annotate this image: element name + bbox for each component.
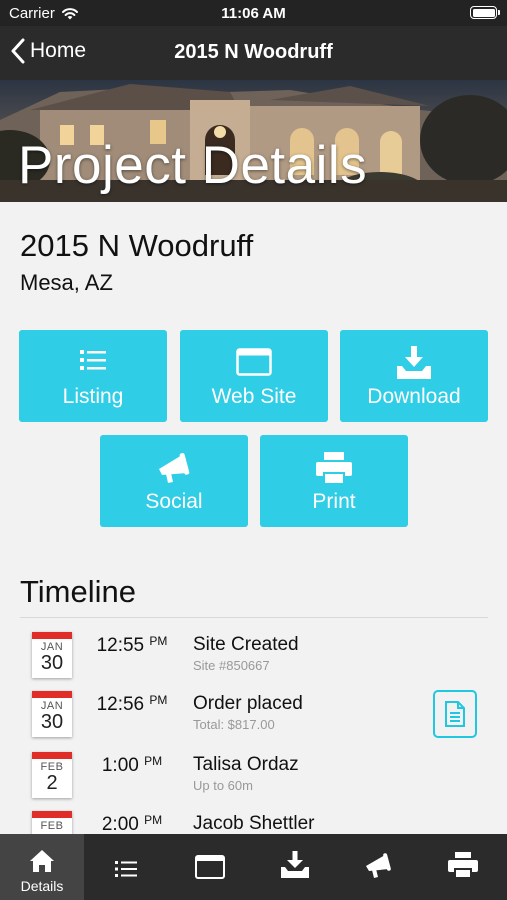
hero-banner: Project Details	[0, 80, 507, 202]
list-icon	[115, 861, 137, 877]
date-day: 2	[46, 772, 58, 794]
listing-button[interactable]: Listing	[19, 330, 167, 422]
timeline-item[interactable]: JAN 30 12:56 PM Order placed Total: $817…	[0, 691, 507, 751]
property-address: 2015 N Woodruff Mesa, AZ	[20, 228, 253, 296]
timeline-divider	[20, 617, 488, 618]
hero-title: Project Details	[18, 136, 368, 195]
download-button[interactable]: Download	[340, 330, 488, 422]
megaphone-icon	[366, 853, 391, 878]
battery-icon	[470, 6, 500, 19]
item-title: Jacob Shettler	[193, 813, 315, 834]
download-icon	[281, 851, 309, 878]
home-icon	[30, 850, 54, 872]
calendar-date-icon: JAN 30	[32, 691, 72, 737]
status-time: 11:06 AM	[221, 5, 286, 22]
tab-website[interactable]	[168, 834, 252, 900]
download-icon	[397, 346, 431, 379]
item-subtitle: Site #850667	[193, 658, 270, 673]
timeline-item[interactable]: FEB 2 1:00 PM Talisa Ordaz Up to 60m	[0, 752, 507, 812]
tab-bar: Details	[0, 834, 507, 900]
item-time: 12:56 PM	[96, 693, 168, 715]
print-label: Print	[312, 490, 356, 513]
listing-label: Listing	[62, 385, 124, 408]
website-label: Web Site	[211, 385, 297, 408]
timeline-title: Timeline	[20, 574, 136, 609]
tab-download[interactable]	[253, 834, 337, 900]
social-label: Social	[145, 490, 203, 513]
item-title: Talisa Ordaz	[193, 754, 299, 775]
item-title: Site Created	[193, 634, 299, 655]
item-time: 2:00 PM	[101, 813, 163, 835]
item-subtitle: Up to 60m	[193, 778, 253, 793]
website-button[interactable]: Web Site	[180, 330, 328, 422]
print-button[interactable]: Print	[260, 435, 408, 527]
timeline-item[interactable]: JAN 30 12:55 PM Site Created Site #85066…	[0, 632, 507, 692]
tab-print[interactable]	[421, 834, 505, 900]
tab-listing[interactable]	[84, 834, 168, 900]
download-label: Download	[367, 385, 461, 408]
invoice-document-button[interactable]	[433, 690, 477, 738]
list-icon	[80, 350, 106, 370]
browser-window-icon	[236, 348, 272, 376]
status-bar: Carrier 11:06 AM	[0, 0, 507, 26]
item-time: 12:55 PM	[96, 634, 168, 656]
calendar-date-icon: FEB 2	[32, 752, 72, 798]
tab-details[interactable]: Details	[0, 834, 84, 900]
tab-details-label: Details	[20, 878, 64, 894]
item-subtitle: Total: $817.00	[193, 717, 275, 732]
document-icon	[445, 701, 465, 727]
printer-icon	[316, 452, 352, 485]
megaphone-icon	[159, 453, 190, 483]
nav-bar: Home 2015 N Woodruff	[0, 26, 507, 80]
address-street: 2015 N Woodruff	[20, 228, 254, 263]
tab-social[interactable]	[337, 834, 421, 900]
calendar-date-icon: JAN 30	[32, 632, 72, 678]
date-day: 30	[40, 652, 64, 674]
date-month: FEB	[40, 820, 64, 832]
date-day: 30	[40, 711, 64, 733]
item-time: 1:00 PM	[101, 754, 163, 776]
item-title: Order placed	[193, 693, 303, 714]
social-button[interactable]: Social	[100, 435, 248, 527]
nav-title: 2015 N Woodruff	[174, 41, 333, 63]
printer-icon	[448, 852, 478, 879]
browser-window-icon	[195, 855, 225, 879]
address-city: Mesa, AZ	[20, 270, 113, 295]
